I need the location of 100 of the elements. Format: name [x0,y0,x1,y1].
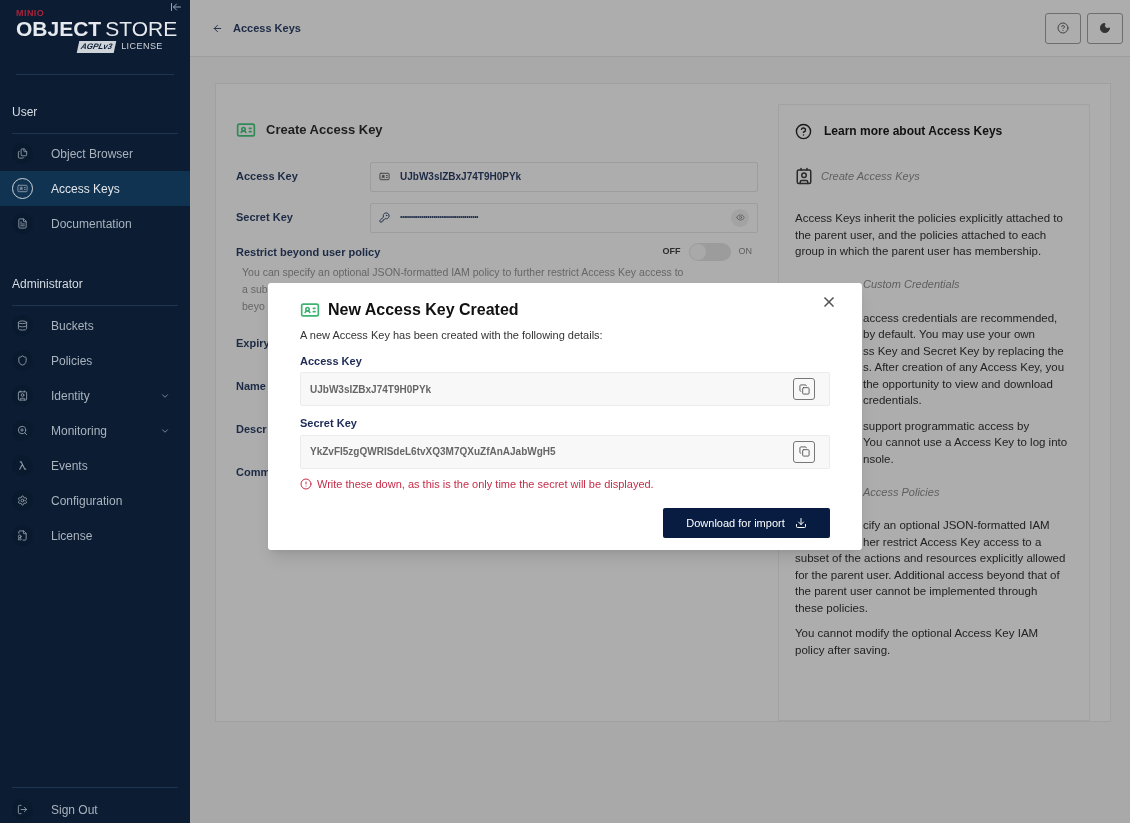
help-text: You cannot modify the optional Access Key IAM [795,626,1039,641]
nav-label: Events [51,457,89,475]
help-text: her restrict Access Key access to a [863,534,1042,550]
warning-icon [300,477,312,490]
toggle-on-label: ON [738,245,752,259]
nav-icon [12,350,33,371]
input-field[interactable]: UJbW3sIZBxJ74T9H0PYk [370,161,758,192]
help-heading: Custom Credentials [863,277,960,293]
help-text: subset of the actions and resources explicitly allowed [795,551,1066,566]
help-text: policy after saving. [795,642,891,658]
dialog-title: New Access Key Created [328,300,519,320]
nav-label: Policies [51,352,94,370]
help-text: You cannot use a Access Key to log into [863,435,1068,450]
back-arrow-icon [212,22,223,34]
help-title: Learn more about Access Keys [824,123,1003,140]
policy-description: You can specify an optional JSON-formatted IAM policy to further restrict Access Key access to [242,265,684,280]
copy-icon [798,446,810,457]
sidebar-item[interactable]: Configuration [0,483,190,518]
logo-product: STORE [105,18,178,40]
field-label: Secret Key [236,210,294,226]
help-text: support programmatic access by [863,418,1030,434]
field-label: Name [236,379,266,394]
show-password-button[interactable] [731,208,749,227]
back-link[interactable]: Access Keys [212,19,301,37]
nav-label: Monitoring [51,422,109,440]
help-text: for the parent user. Additional access beyond that of [795,567,1060,583]
help-text: by default. You may use your own [863,327,1035,342]
field-label: Restrict beyond user policy [236,244,382,260]
section-title: User [12,105,38,119]
download-icon [794,517,807,529]
help-text: ss Key and Secret Key by replacing the [863,343,1064,359]
nav-icon [12,315,33,336]
toggle-off-label: OFF [662,245,681,259]
collapse-icon[interactable] [170,1,182,13]
nav-label: Buckets [51,317,95,335]
logo-license: LICENSE [121,40,163,53]
sidebar-item[interactable]: License [0,518,190,553]
sidebar-item[interactable]: Monitoring [0,413,190,448]
id-card-icon [236,120,256,140]
help-text: the parent user, and the policies attached to each [795,227,1047,243]
help-text: these policies. [795,600,868,616]
help-text: group in which the parent user has membership. [795,244,1042,259]
sidebar-item[interactable]: Documentation [0,206,190,241]
id-card-icon [379,171,390,182]
help-text: the parent user cannot be implemented through [795,584,1038,599]
help-heading: Access Policies [863,484,940,500]
nav-icon [12,455,33,476]
readonly-field[interactable]: YkZvFI5zgQWRISdeL6tvXQ3M7QXuZfAnAJabWgH5 [300,434,830,469]
nav-label: Documentation [51,215,133,233]
help-text: the opportunity to view and download [863,376,1053,392]
nav-icon [12,420,33,441]
eye-icon [735,213,745,222]
copy-button[interactable] [793,440,815,463]
help-icon [795,122,812,140]
field-label: Expiry [236,336,270,351]
help-text: s. After creation of any Access Key, you [863,360,1065,375]
section-title: Administrator [12,277,83,291]
warning-text: Write these down, as this is the only time the secret will be displayed. [317,476,654,492]
field-label: Access Key [236,169,299,185]
license-badge: AGPLv3 [76,40,117,53]
download-button[interactable]: Download for import [663,508,830,538]
close-icon [821,294,837,310]
help-button[interactable] [1045,12,1081,44]
moon-icon [1099,22,1111,34]
sign-out-icon [17,804,28,815]
help-heading: Create Access Keys [821,168,920,184]
help-text: nsole. [863,451,894,467]
nav-label: Object Browser [51,145,135,163]
help-text: Access Keys inherit the policies explicitly attached to [795,211,1063,226]
key-icon [379,212,390,223]
id-card-icon [300,300,320,320]
nav-icon [12,490,33,511]
help-text: access credentials are recommended, [863,310,1058,326]
form-title: Create Access Key [266,121,383,140]
nav-label: Configuration [51,492,124,510]
nav-label: Identity [51,387,91,405]
policy-description: beyo [242,299,265,314]
help-text: cify an optional JSON-formatted IAM [863,518,1050,533]
sidebar-item[interactable]: Policies [0,343,190,378]
sidebar-item[interactable]: Buckets [0,308,190,343]
nav-icon [12,143,33,164]
sidebar-item[interactable]: Object Browser [0,136,190,171]
sidebar-item[interactable]: Access Keys [0,171,190,206]
help-icon [1057,22,1069,34]
sidebar-item[interactable]: Identity [0,378,190,413]
field-label: Descr [236,422,267,437]
field-label: Secret Key [300,416,358,431]
dialog-description: A new Access Key has been created with the following details: [300,328,604,343]
sidebar-item[interactable]: Events [0,448,190,483]
nav-icon [12,525,33,546]
copy-icon [798,383,810,395]
sign-out-item[interactable]: Sign Out [0,788,190,823]
copy-button[interactable] [793,378,815,400]
dark-mode-button[interactable] [1087,12,1123,44]
field-label: Access Key [300,353,363,369]
policy-description: a sub [242,282,268,297]
readonly-field[interactable]: UJbW3sIZBxJ74T9H0PYk [300,372,830,406]
nav-label: Access Keys [51,180,121,198]
help-text: credentials. [863,393,922,408]
logo-brand: MINIO [16,8,46,18]
